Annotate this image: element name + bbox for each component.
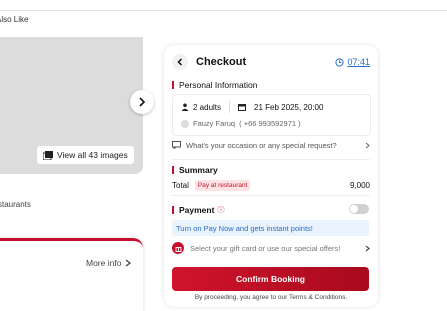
back-arrow-icon xyxy=(177,58,183,66)
divider xyxy=(229,101,231,113)
pay-now-toggle[interactable] xyxy=(349,204,369,214)
top-divider xyxy=(0,10,447,11)
restaurants-label: staurants xyxy=(0,200,31,209)
section-marker xyxy=(172,206,174,214)
section-marker xyxy=(172,81,174,89)
restaurant-card xyxy=(0,238,143,311)
gift-text: Select your gift card or use our special… xyxy=(190,243,341,253)
divider xyxy=(172,195,370,196)
checkout-title: Checkout xyxy=(196,56,247,68)
total-amount: 9,000 xyxy=(349,181,370,190)
next-image-button[interactable] xyxy=(130,90,154,114)
chevron-right-icon xyxy=(365,245,370,251)
total-label: Total xyxy=(172,181,189,190)
personal-info-heading: Personal Information xyxy=(172,80,257,90)
payment-heading: Payment ⓘ xyxy=(172,205,224,215)
chevron-right-icon xyxy=(365,142,370,148)
more-info-link[interactable]: More info xyxy=(86,258,132,268)
guests-value: 2 adults xyxy=(193,102,222,112)
customer-name: Fauzy Faruq xyxy=(193,119,236,128)
summary-title: Summary xyxy=(179,165,218,175)
booking-row: 2 adults 21 Feb 2025, 20:00 xyxy=(181,101,323,113)
calendar-icon xyxy=(238,104,247,111)
pay-now-banner: Turn on Pay Now and gets instant points! xyxy=(172,220,369,236)
pay-at-restaurant-badge: Pay at restaurant xyxy=(194,180,251,191)
confirm-booking-button[interactable]: Confirm Booking xyxy=(172,267,369,291)
gift-card-row[interactable]: Select your gift card or use our special… xyxy=(172,241,370,255)
contact-row: Fauzy Faruq ( +66 993592971 ) xyxy=(181,119,301,128)
section-marker xyxy=(172,166,174,174)
avatar xyxy=(181,119,189,128)
personal-info-title: Personal Information xyxy=(179,80,258,90)
special-request-row[interactable]: What's your occasion or any special requ… xyxy=(172,139,370,151)
customer-phone: ( +66 993592971 ) xyxy=(239,119,301,128)
chevron-right-icon xyxy=(139,97,146,107)
message-icon xyxy=(172,141,181,149)
info-icon[interactable]: ⓘ xyxy=(217,205,224,215)
gallery-icon xyxy=(43,150,53,160)
view-all-label: View all 43 images xyxy=(57,150,128,160)
datetime-value: 21 Feb 2025, 20:00 xyxy=(254,102,324,112)
summary-heading: Summary xyxy=(172,165,218,175)
total-row: Total Pay at restaurant 9,000 xyxy=(172,180,370,191)
checkout-panel: Checkout 07:41 Personal Information 2 ad… xyxy=(164,45,378,307)
gift-icon xyxy=(172,242,184,254)
more-info-label: More info xyxy=(86,258,122,268)
countdown-timer: 07:41 xyxy=(335,57,370,67)
payment-title: Payment xyxy=(179,205,215,215)
clock-icon xyxy=(335,57,345,67)
section-title: Also Like xyxy=(0,15,29,24)
divider xyxy=(172,159,370,160)
occasion-prompt: What's your occasion or any special requ… xyxy=(186,140,337,150)
view-all-images-button[interactable]: View all 43 images xyxy=(37,146,134,164)
chevron-right-icon xyxy=(126,259,132,267)
timer-value: 07:41 xyxy=(347,57,370,67)
booking-details[interactable]: 2 adults 21 Feb 2025, 20:00 Fauzy Faruq … xyxy=(172,94,371,136)
back-button[interactable] xyxy=(172,54,188,70)
checkout-header: Checkout 07:41 xyxy=(172,53,370,71)
user-icon xyxy=(181,103,189,111)
